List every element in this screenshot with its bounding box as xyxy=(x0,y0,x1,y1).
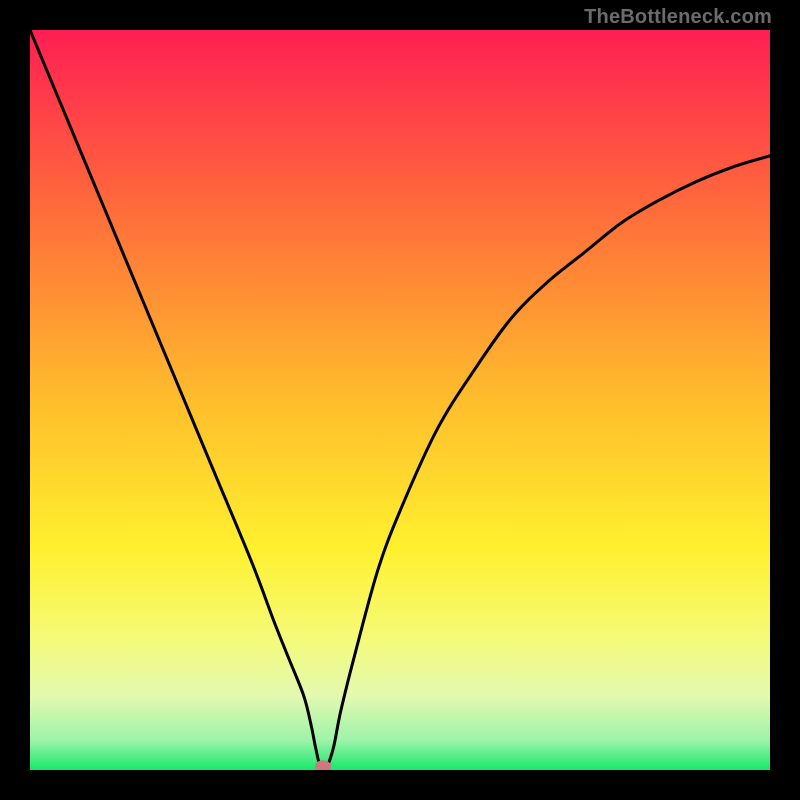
watermark-text: TheBottleneck.com xyxy=(584,6,772,29)
gradient-background xyxy=(30,30,770,770)
bottleneck-chart xyxy=(30,30,770,770)
plot-area xyxy=(30,30,770,770)
chart-frame: TheBottleneck.com xyxy=(0,0,800,800)
